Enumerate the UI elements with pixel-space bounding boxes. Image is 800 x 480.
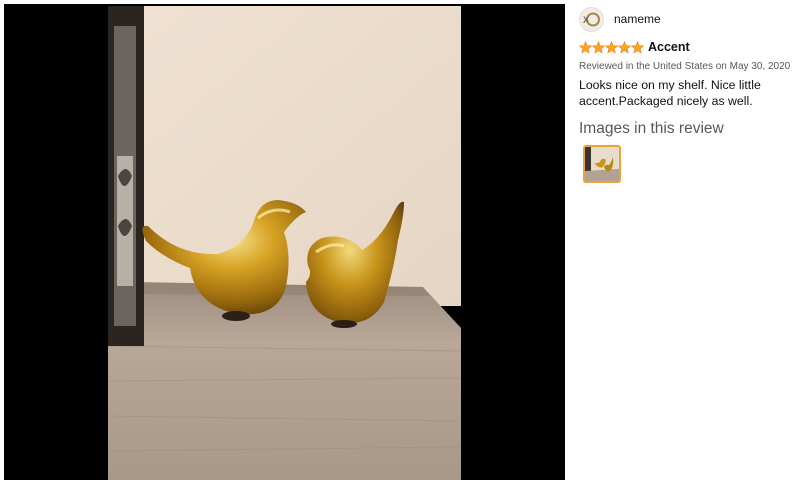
star-icon (579, 40, 592, 54)
review-image-thumbnail[interactable] (583, 145, 621, 183)
review-photo (108, 6, 461, 480)
avatar-icon[interactable]: X (579, 6, 604, 32)
rating-row: Accent (579, 39, 795, 55)
reviewer-name[interactable]: nameme (614, 12, 661, 26)
star-icon (592, 40, 605, 54)
svg-text:X: X (583, 15, 589, 25)
review-panel: X nameme Accent Reviewed in the United S… (579, 6, 795, 183)
star-rating[interactable] (579, 40, 644, 54)
review-date: Reviewed in the United States on May 30,… (579, 61, 791, 72)
images-heading: Images in this review (579, 120, 724, 137)
star-icon (631, 40, 644, 54)
image-viewer (4, 4, 565, 480)
reviewer-profile[interactable]: X nameme (579, 6, 795, 32)
review-title[interactable]: Accent (648, 40, 690, 54)
review-body: Looks nice on my shelf. Nice little acce… (579, 78, 761, 108)
star-icon (618, 40, 631, 54)
star-icon (605, 40, 618, 54)
